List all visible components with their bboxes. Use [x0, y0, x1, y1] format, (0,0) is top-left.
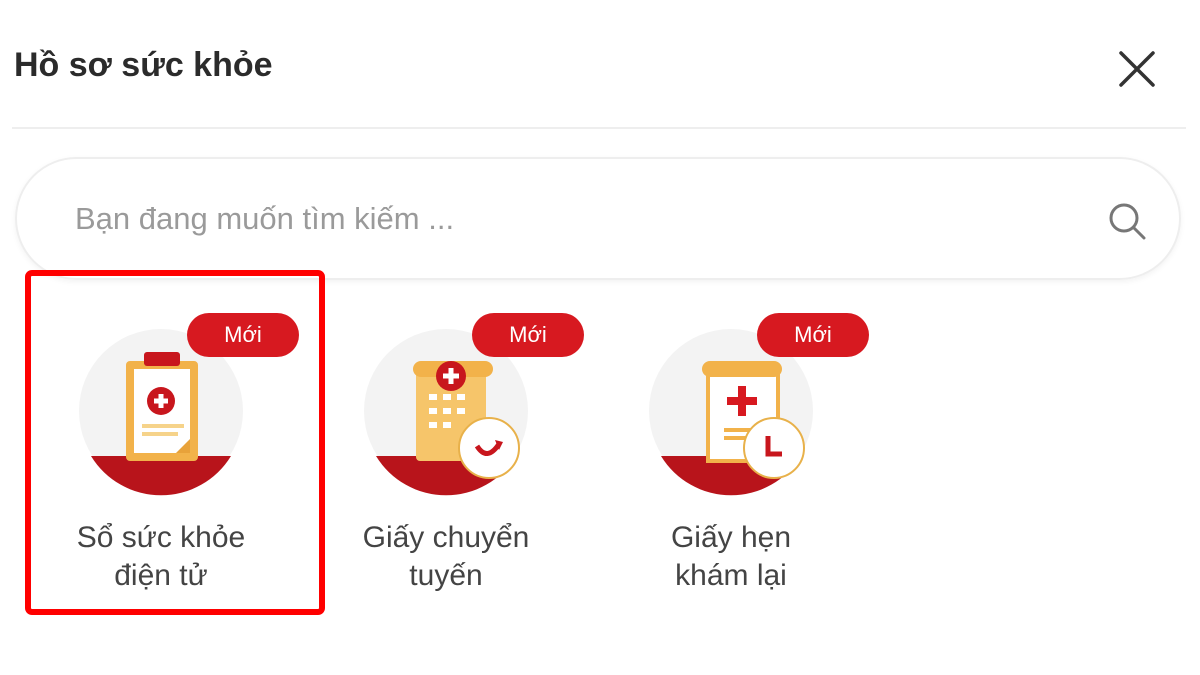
page-title: Hồ sơ sức khỏe [14, 46, 273, 84]
item-label: Sổ sức khỏe điện tử [76, 521, 246, 592]
item-reexam-appointment[interactable]: Mới Giấy hẹn khám lại [595, 270, 895, 615]
search-icon[interactable] [1105, 199, 1149, 243]
new-badge: Mới [187, 313, 299, 357]
item-label: Giấy chuyển tuyến [362, 521, 530, 592]
divider [12, 127, 1186, 129]
new-badge: Mới [757, 313, 869, 357]
search-bar[interactable] [15, 157, 1181, 280]
new-badge: Mới [472, 313, 584, 357]
item-electronic-health-book[interactable]: Mới Sổ sức khỏe điện tử [25, 270, 325, 615]
item-label: Giấy hẹn khám lại [670, 521, 792, 592]
item-transfer-paper[interactable]: Mới Giấy chuyển tuyến [310, 270, 610, 615]
search-input[interactable] [75, 189, 1075, 249]
close-icon[interactable] [1115, 47, 1159, 91]
